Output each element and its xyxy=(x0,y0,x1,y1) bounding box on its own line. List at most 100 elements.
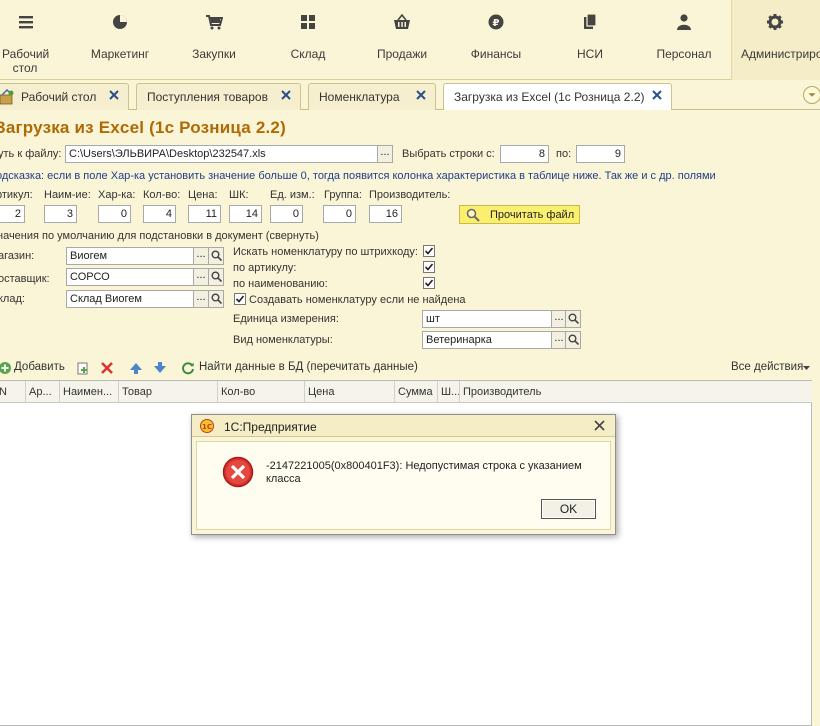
move-up-icon[interactable] xyxy=(129,361,143,375)
file-path-input[interactable]: C:\Users\ЭЛЬВИРА\Desktop\232547.xls xyxy=(65,145,378,163)
copy-add-icon[interactable] xyxy=(76,361,90,375)
1c-logo-icon: 1С xyxy=(200,419,214,433)
column-barcode[interactable]: Ш... xyxy=(438,381,460,403)
sections-panel: Рабочий стол Маркетинг Закупки Склад Про… xyxy=(0,0,820,80)
maker-col-label: Производитель: xyxy=(369,189,451,201)
vertical-scrollbar[interactable] xyxy=(812,380,820,726)
move-down-icon[interactable] xyxy=(153,361,167,375)
close-icon[interactable] xyxy=(651,89,663,101)
article-col-input[interactable]: 2 xyxy=(0,205,25,223)
supplier-label: оставщик: xyxy=(0,273,50,285)
section-purchases[interactable]: Закупки xyxy=(175,0,253,80)
price-col-label: Цена: xyxy=(188,189,218,201)
check-icon xyxy=(235,295,245,303)
name-col-label: Наим-ие: xyxy=(44,189,91,201)
tab-label: Загрузка из Excel (1с Розница 2.2) xyxy=(454,90,645,104)
warehouse-choose-button[interactable]: ... xyxy=(193,290,209,308)
delete-icon[interactable] xyxy=(100,361,114,375)
rows-to-input[interactable]: 9 xyxy=(576,145,625,163)
column-maker[interactable]: Производитель xyxy=(460,381,812,403)
choose-file-button[interactable]: ... xyxy=(377,145,393,163)
unit-col-input[interactable]: 0 xyxy=(270,205,303,223)
column-name[interactable]: Наимен... xyxy=(60,381,119,403)
char-col-input[interactable]: 0 xyxy=(98,205,131,223)
search-barcode-checkbox[interactable] xyxy=(423,245,435,257)
column-sum[interactable]: Сумма xyxy=(395,381,438,403)
store-search-button[interactable] xyxy=(208,247,224,265)
close-icon[interactable] xyxy=(594,420,605,431)
section-sales[interactable]: Продажи xyxy=(362,0,442,80)
table-header: N Ар... Наимен... Товар Кол-во Цена Сумм… xyxy=(0,381,812,403)
kind-search-button[interactable] xyxy=(565,331,581,349)
warehouse-input[interactable]: Склад Виогем xyxy=(66,290,194,308)
kind-label: Вид номенклатуры: xyxy=(233,334,333,346)
column-article[interactable]: Ар... xyxy=(26,381,60,403)
warehouse-search-button[interactable] xyxy=(208,290,224,308)
read-file-button[interactable]: Прочитать файл xyxy=(459,205,580,224)
unit-col-label: Ед. изм.: xyxy=(270,189,315,201)
unit-input[interactable]: шт xyxy=(422,310,552,328)
section-label: Финансы xyxy=(470,47,522,61)
column-qty[interactable]: Кол-во xyxy=(218,381,305,403)
tab-desktop[interactable]: Рабочий стол xyxy=(0,83,129,110)
barcode-col-input[interactable]: 14 xyxy=(229,205,262,223)
documents-icon xyxy=(584,13,597,29)
ok-button[interactable]: OK xyxy=(541,499,596,519)
defaults-header[interactable]: начения по умолчанию для подстановки в д… xyxy=(0,230,319,242)
svg-text:1С: 1С xyxy=(202,423,212,431)
section-label: Рабочий стол xyxy=(2,47,50,75)
search-name-checkbox[interactable] xyxy=(423,277,435,289)
search-icon xyxy=(568,334,579,345)
section-label: Персонал xyxy=(656,47,712,61)
section-nsi[interactable]: НСИ xyxy=(555,0,625,80)
section-admin[interactable]: Администрирование xyxy=(731,0,820,80)
section-finance[interactable]: ₽ Финансы xyxy=(457,0,535,80)
magnifier-icon xyxy=(466,208,480,222)
svg-text:₽: ₽ xyxy=(493,18,500,29)
error-message: -2147221005(0x800401F3): Недопустимая ст… xyxy=(266,460,582,485)
tabs-menu-button[interactable] xyxy=(803,86,820,104)
unit-search-button[interactable] xyxy=(565,310,581,328)
supplier-choose-button[interactable]: ... xyxy=(193,268,209,286)
rows-from-input[interactable]: 8 xyxy=(500,145,549,163)
tab-excel-import[interactable]: Загрузка из Excel (1с Розница 2.2) xyxy=(443,83,672,111)
column-n[interactable]: N xyxy=(0,381,26,403)
file-path-label: уть к файлу: xyxy=(0,148,62,160)
all-actions-menu[interactable]: Все действия xyxy=(731,361,803,373)
cart-icon xyxy=(206,15,223,30)
section-marketing[interactable]: Маркетинг xyxy=(80,0,160,80)
column-goods[interactable]: Товар xyxy=(119,381,218,403)
close-icon[interactable] xyxy=(415,89,427,101)
dialog-titlebar[interactable]: 1С 1С:Предприятие xyxy=(192,415,615,437)
search-icon xyxy=(211,293,222,304)
supplier-input[interactable]: СОРСО xyxy=(66,268,194,286)
section-warehouse[interactable]: Склад xyxy=(270,0,346,80)
supplier-search-button[interactable] xyxy=(208,268,224,286)
qty-col-input[interactable]: 4 xyxy=(143,205,176,223)
column-price[interactable]: Цена xyxy=(305,381,395,403)
find-in-db-button[interactable]: Найти данные в БД (перечитать данные) xyxy=(199,361,418,373)
rows-from-label: Выбрать строки с: xyxy=(402,148,495,160)
add-button[interactable]: Добавить xyxy=(14,361,65,373)
name-col-input[interactable]: 3 xyxy=(44,205,77,223)
section-desktop[interactable]: Рабочий стол xyxy=(0,0,52,80)
group-col-input[interactable]: 0 xyxy=(323,205,356,223)
maker-col-input[interactable]: 16 xyxy=(369,205,402,223)
store-label: агазин: xyxy=(0,250,35,262)
search-article-checkbox[interactable] xyxy=(423,261,435,273)
close-icon[interactable] xyxy=(108,89,120,101)
warehouse-grid-icon xyxy=(301,15,315,29)
menu-icon xyxy=(19,16,33,29)
create-item-checkbox[interactable] xyxy=(234,293,246,305)
section-label: Маркетинг xyxy=(90,47,150,61)
kind-input[interactable]: Ветеринарка xyxy=(422,331,552,349)
error-dialog: 1С 1С:Предприятие -2147221005(0x800401F3… xyxy=(191,414,616,535)
store-choose-button[interactable]: ... xyxy=(193,247,209,265)
store-input[interactable]: Виогем xyxy=(66,247,194,265)
close-icon[interactable] xyxy=(280,89,292,101)
unit-label: Единица измерения: xyxy=(233,313,339,325)
tab-receipts[interactable]: Поступления товаров xyxy=(136,83,301,110)
price-col-input[interactable]: 11 xyxy=(188,205,221,223)
section-staff[interactable]: Персонал xyxy=(644,0,724,80)
tab-nomenclature[interactable]: Номенклатура xyxy=(308,83,436,110)
